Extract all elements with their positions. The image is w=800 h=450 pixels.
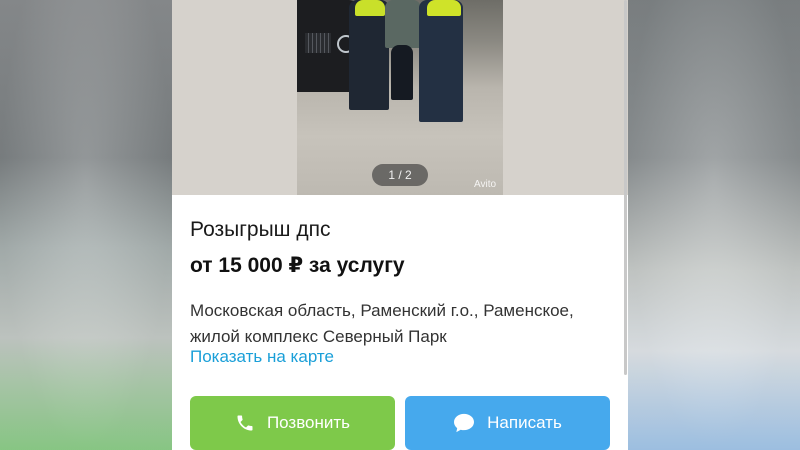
person-legs-in-photo bbox=[391, 45, 413, 100]
listing-screen: 1 / 2 Avito Розыгрыш дпс от 15 000 ₽ за … bbox=[172, 0, 628, 450]
call-button-label: Позвонить bbox=[266, 413, 351, 432]
chat-bubble-icon bbox=[453, 413, 475, 433]
vest-in-photo bbox=[427, 0, 461, 16]
message-button[interactable]: Написать bbox=[405, 396, 610, 450]
listing-price: от 15 000 ₽ за услугу bbox=[190, 254, 405, 277]
scrollbar[interactable] bbox=[624, 0, 627, 375]
avito-watermark: Avito bbox=[474, 179, 497, 190]
photo-gallery[interactable]: 1 / 2 Avito bbox=[172, 0, 628, 195]
call-button[interactable]: Позвонить bbox=[190, 396, 395, 450]
message-button-label: Написать bbox=[487, 413, 562, 432]
blurred-background-left bbox=[0, 0, 172, 450]
show-on-map-link[interactable]: Показать на карте bbox=[190, 347, 334, 367]
vest-in-photo bbox=[355, 0, 385, 16]
person-in-photo bbox=[349, 0, 389, 110]
listing-address: Московская область, Раменский г.о., Раме… bbox=[190, 298, 600, 350]
photo-counter: 1 / 2 bbox=[372, 164, 428, 186]
address-line: Московская область, Раменский г.о., Раме… bbox=[190, 301, 574, 320]
blurred-background-right bbox=[628, 0, 800, 450]
person-in-photo bbox=[385, 0, 421, 48]
person-in-photo bbox=[419, 0, 463, 122]
phone-icon bbox=[235, 413, 255, 433]
listing-title: Розыгрыш дпс bbox=[190, 218, 331, 241]
